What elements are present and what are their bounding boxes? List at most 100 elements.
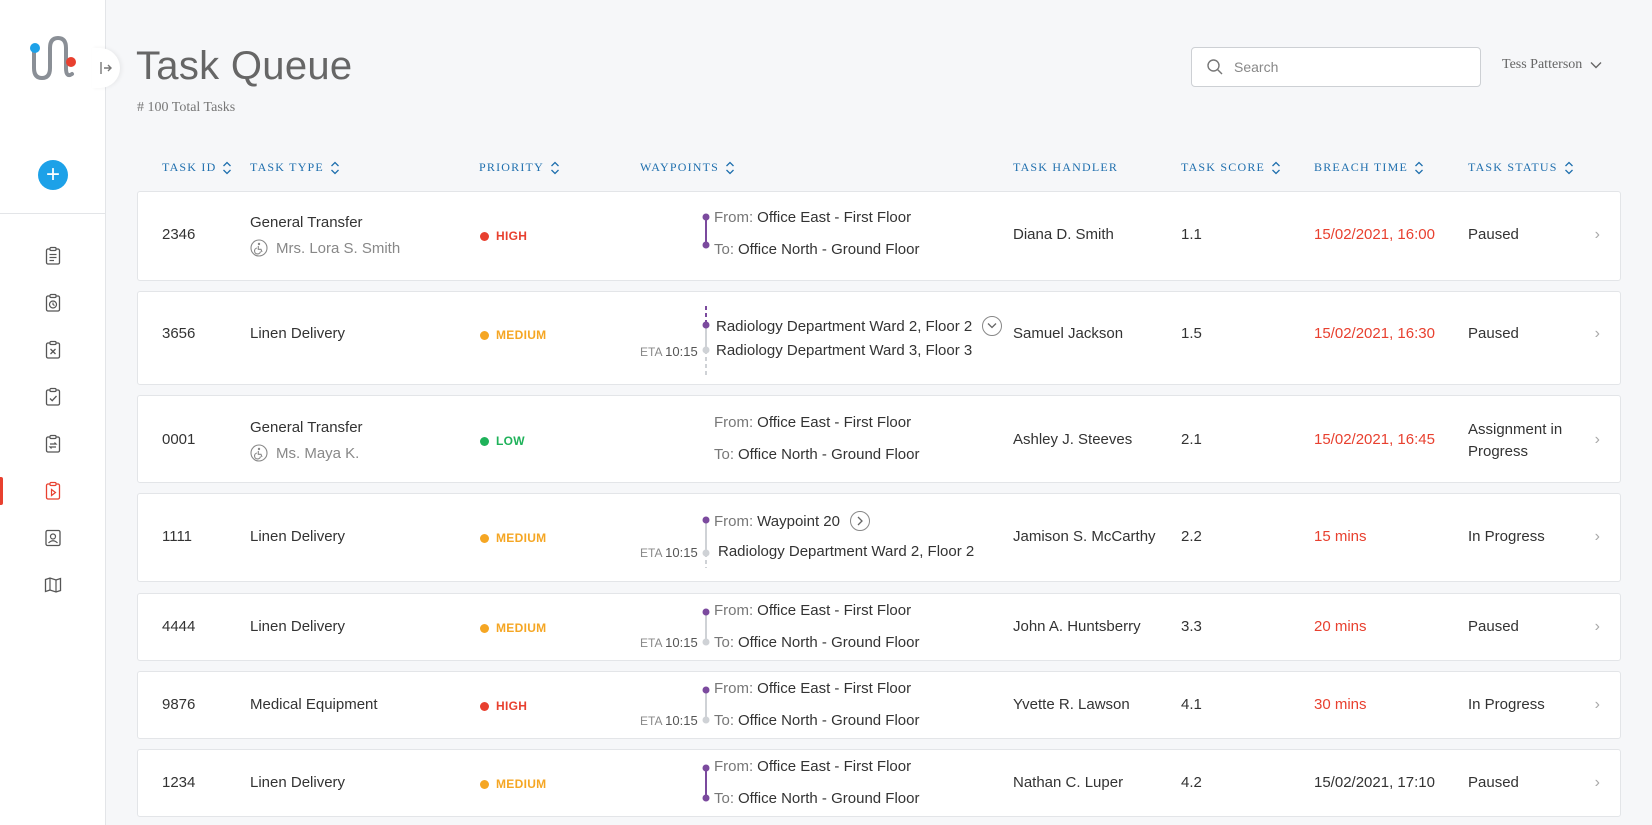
waypoint-from: Radiology Department Ward 2, Floor 2: [712, 316, 1003, 336]
user-menu[interactable]: Tess Patterson: [1502, 57, 1602, 73]
nav-item-users[interactable]: [0, 518, 106, 558]
task-row[interactable]: 2346 General Transfer Mrs. Lora S. Smith…: [137, 191, 1621, 281]
task-score: 2.1: [1181, 431, 1202, 448]
chevron-right-icon: [857, 516, 863, 526]
task-id: 2346: [162, 226, 196, 243]
eta-time: 10:15: [665, 635, 698, 650]
chevron-right-icon[interactable]: ›: [1595, 226, 1600, 244]
task-row[interactable]: 4444 Linen Delivery MEDIUM From: Office E…: [137, 593, 1621, 661]
waypoint-from-label: From:: [714, 680, 754, 697]
column-label: BREACH TIME: [1314, 160, 1408, 174]
sort-icon: [726, 161, 735, 174]
sort-icon: [1564, 161, 1573, 174]
task-status: Assignment in Progress: [1468, 421, 1563, 460]
task-score: 2.2: [1181, 528, 1202, 545]
eta: ETA 10:15: [640, 713, 698, 728]
app-logo[interactable]: [28, 30, 80, 86]
chevron-right-icon[interactable]: ›: [1595, 618, 1600, 636]
task-score: 1.1: [1181, 226, 1202, 243]
waypoint-from-location: Office East - First Floor: [757, 414, 912, 431]
waypoint-from: From: Office East - First Floor: [714, 758, 911, 775]
clipboard-list-icon: [45, 246, 61, 265]
nav-item-map[interactable]: [0, 565, 106, 605]
column-label: TASK STATUS: [1468, 160, 1558, 174]
collapse-sidebar-icon[interactable]: [92, 48, 120, 88]
waypoint-from-label: From:: [714, 512, 754, 530]
task-handler: John A. Huntsberry: [1013, 618, 1141, 635]
search-icon: [1207, 59, 1223, 75]
nav-item-cancelled[interactable]: [0, 330, 106, 370]
waypoint-track: [702, 608, 710, 646]
priority-label: LOW: [496, 434, 525, 448]
column-header-task-score[interactable]: TASK SCORE: [1181, 160, 1281, 175]
eta-label: ETA: [640, 345, 662, 359]
chevron-right-icon[interactable]: ›: [1595, 325, 1600, 343]
sort-icon: [1272, 161, 1281, 174]
task-status: Paused: [1468, 325, 1519, 342]
task-handler: Yvette R. Lawson: [1013, 696, 1130, 713]
nav-item-tasks[interactable]: [0, 236, 106, 276]
nav-item-transfer[interactable]: [0, 424, 106, 464]
waypoint-to-location: Radiology Department Ward 3, Floor 3: [716, 342, 973, 359]
task-status: Paused: [1468, 618, 1519, 635]
eta: ETA 10:15: [640, 635, 698, 650]
task-handler: Jamison S. McCarthy: [1013, 528, 1156, 545]
waypoint-from-location: Radiology Department Ward 2, Floor 2: [716, 317, 973, 335]
column-header-task-type[interactable]: TASK TYPE: [250, 160, 340, 175]
task-type: General Transfer: [250, 419, 363, 436]
priority-badge: LOW: [480, 434, 525, 448]
task-type: Linen Delivery: [250, 325, 346, 342]
priority-label: HIGH: [496, 699, 528, 713]
waypoint-track: [702, 686, 710, 724]
column-label: TASK SCORE: [1181, 160, 1266, 174]
waypoint-track: [702, 213, 710, 249]
patient-name: Ms. Maya K.: [276, 444, 360, 462]
eta-label: ETA: [640, 714, 662, 728]
search-box[interactable]: [1191, 47, 1481, 87]
add-task-button[interactable]: +: [38, 160, 68, 190]
task-id: 9876: [162, 696, 196, 713]
priority-badge: MEDIUM: [480, 531, 546, 545]
task-row[interactable]: 3656 Linen Delivery MEDIUM Radiology Dep…: [137, 291, 1621, 385]
clipboard-timer-icon: [45, 293, 61, 312]
task-score: 4.1: [1181, 696, 1202, 713]
nav-item-completed[interactable]: [0, 377, 106, 417]
sidebar-divider: [0, 213, 106, 214]
task-handler: Samuel Jackson: [1013, 325, 1124, 342]
waypoint-from-location: Office East - First Floor: [757, 602, 912, 619]
waypoint-to: Radiology Department Ward 2, Floor 2: [714, 543, 974, 560]
chevron-down-icon: [987, 323, 997, 329]
search-input[interactable]: [1234, 59, 1454, 75]
task-id: 3656: [162, 325, 196, 342]
column-header-priority[interactable]: PRIORITY: [479, 160, 560, 175]
nav-item-task-queue[interactable]: [0, 471, 106, 511]
column-header-waypoints[interactable]: WAYPOINTS: [640, 160, 735, 175]
chevron-right-icon[interactable]: ›: [1595, 696, 1600, 714]
column-header-task-status[interactable]: TASK STATUS: [1468, 160, 1574, 175]
column-label: PRIORITY: [479, 160, 544, 174]
chevron-right-icon[interactable]: ›: [1595, 528, 1600, 546]
waypoint-from-label: From:: [714, 602, 754, 619]
column-label: TASK HANDLER: [1013, 160, 1119, 174]
task-row[interactable]: 9876 Medical Equipment HIGH From: Office …: [137, 671, 1621, 739]
chevron-right-icon[interactable]: ›: [1595, 431, 1600, 449]
next-waypoint-button[interactable]: [850, 511, 870, 531]
column-header-breach-time[interactable]: BREACH TIME: [1314, 160, 1424, 175]
expand-waypoints-button[interactable]: [982, 316, 1003, 336]
breach-time: 15/02/2021, 17:10: [1314, 774, 1435, 791]
waypoint-to-location: Office North - Ground Floor: [738, 712, 920, 729]
task-row[interactable]: 0001 General Transfer Ms. Maya K. LOW Fr…: [137, 395, 1621, 483]
eta-time: 10:15: [665, 713, 698, 728]
task-handler: Ashley J. Steeves: [1013, 431, 1133, 448]
task-row[interactable]: 1111 Linen Delivery MEDIUM From: Waypoin…: [137, 493, 1621, 582]
waypoint-from-location: Waypoint 20: [757, 512, 840, 530]
nav-item-timed[interactable]: [0, 283, 106, 323]
waypoint-to: To: Office North - Ground Floor: [714, 712, 919, 729]
task-score: 1.5: [1181, 325, 1202, 342]
waypoint-from: From: Waypoint 20: [714, 511, 870, 531]
task-row[interactable]: 1234 Linen Delivery MEDIUM From: Office E…: [137, 749, 1621, 817]
chevron-right-icon[interactable]: ›: [1595, 774, 1600, 792]
column-header-task-id[interactable]: TASK ID: [162, 160, 232, 175]
priority-dot: [480, 779, 489, 789]
sort-icon: [223, 161, 232, 174]
